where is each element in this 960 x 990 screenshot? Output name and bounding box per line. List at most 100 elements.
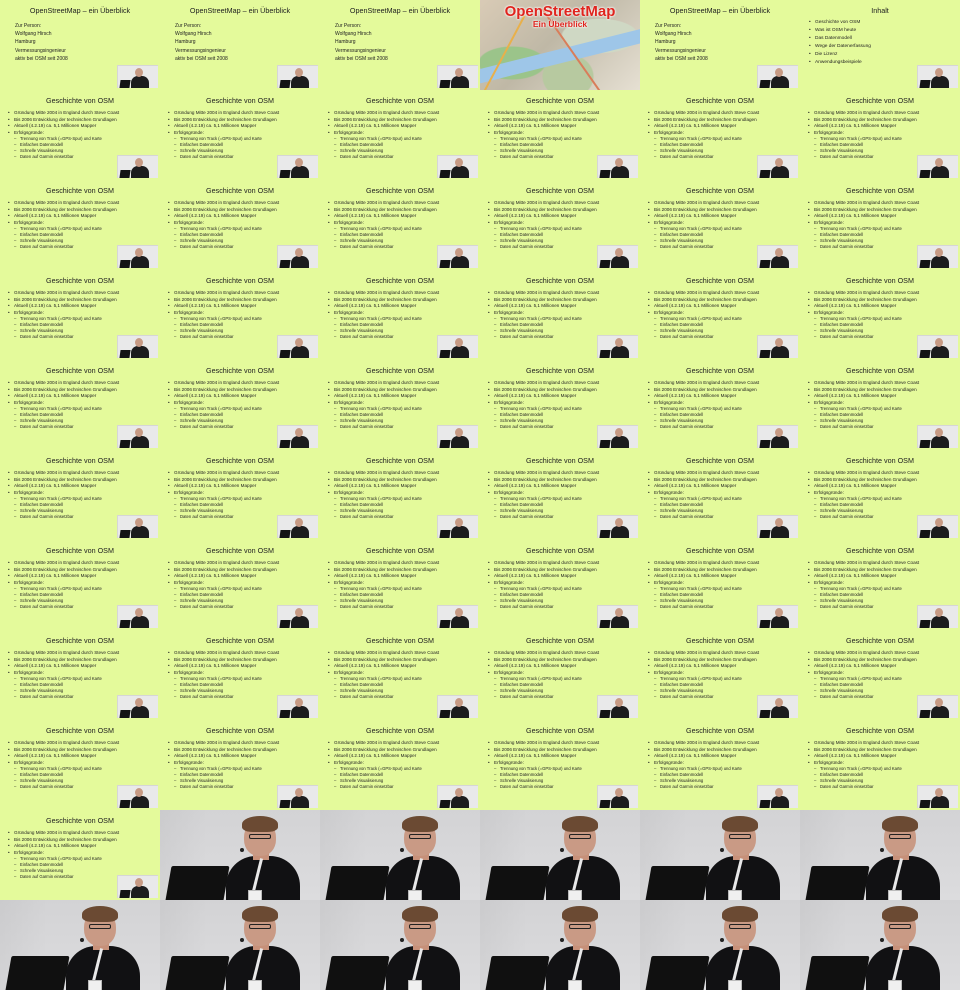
slide-history[interactable]: Geschichte von OSM Gründung Mitte 2004 i… bbox=[800, 630, 960, 720]
bullet-item: Aktuell (4.2.19) ca. 5,1 Millionen Mappe… bbox=[8, 213, 158, 220]
slide-history[interactable]: Geschichte von OSM Gründung Mitte 2004 i… bbox=[800, 720, 960, 810]
speaker-camera-frame[interactable] bbox=[480, 810, 640, 900]
slide-history[interactable]: Geschichte von OSM Gründung Mitte 2004 i… bbox=[160, 270, 320, 360]
speaker-camera-frame[interactable] bbox=[320, 810, 480, 900]
laptop-shape bbox=[439, 620, 451, 628]
slide-history[interactable]: Geschichte von OSM Gründung Mitte 2004 i… bbox=[480, 630, 640, 720]
speaker-camera-frame[interactable] bbox=[320, 900, 480, 990]
slide-overview[interactable]: OpenStreetMap – ein Überblick Zur Person… bbox=[160, 0, 320, 90]
slide-history[interactable]: Geschichte von OSM Gründung Mitte 2004 i… bbox=[160, 450, 320, 540]
bullet-item: Bis 2006 Entwicklung der technischen Gru… bbox=[168, 387, 318, 394]
slide-history[interactable]: Geschichte von OSM Gründung Mitte 2004 i… bbox=[800, 90, 960, 180]
bullet-item: Gründung Mitte 2004 in England durch Ste… bbox=[8, 740, 158, 747]
slide-toc[interactable]: Inhalt Geschichte von OSM Was ist OSM he… bbox=[800, 0, 960, 90]
slide-history[interactable]: Geschichte von OSM Gründung Mitte 2004 i… bbox=[320, 270, 480, 360]
slide-history[interactable]: Geschichte von OSM Gründung Mitte 2004 i… bbox=[800, 270, 960, 360]
slide-history[interactable]: Geschichte von OSM Gründung Mitte 2004 i… bbox=[320, 180, 480, 270]
slide-history[interactable]: Geschichte von OSM Gründung Mitte 2004 i… bbox=[160, 630, 320, 720]
bullet-item: Erfolgsgründe: bbox=[328, 760, 478, 767]
slide-title: Geschichte von OSM bbox=[46, 96, 114, 105]
slide-history[interactable]: Geschichte von OSM Gründung Mitte 2004 i… bbox=[320, 90, 480, 180]
slide-history[interactable]: Geschichte von OSM Gründung Mitte 2004 i… bbox=[160, 540, 320, 630]
slide-history[interactable]: Geschichte von OSM Gründung Mitte 2004 i… bbox=[480, 180, 640, 270]
slide-overview[interactable]: OpenStreetMap – ein Überblick Zur Person… bbox=[640, 0, 800, 90]
slide-history[interactable]: Geschichte von OSM Gründung Mitte 2004 i… bbox=[640, 630, 800, 720]
slide-history[interactable]: Geschichte von OSM Gründung Mitte 2004 i… bbox=[640, 180, 800, 270]
speaker-hair bbox=[242, 816, 278, 832]
slide-history[interactable]: Geschichte von OSM Gründung Mitte 2004 i… bbox=[320, 450, 480, 540]
slide-history[interactable]: Geschichte von OSM Gründung Mitte 2004 i… bbox=[320, 540, 480, 630]
slide-history[interactable]: Geschichte von OSM Gründung Mitte 2004 i… bbox=[800, 180, 960, 270]
speaker-camera-frame[interactable] bbox=[160, 900, 320, 990]
slide-history[interactable]: Geschichte von OSM Gründung Mitte 2004 i… bbox=[480, 270, 640, 360]
bullet-item: Erfolgsgründe: bbox=[328, 490, 478, 497]
speaker-camera-frame[interactable] bbox=[160, 810, 320, 900]
laptop-shape bbox=[919, 440, 931, 448]
speaker-head bbox=[455, 338, 463, 347]
glasses-icon bbox=[569, 834, 591, 839]
bullet-item: Bis 2006 Entwicklung der technischen Gru… bbox=[648, 747, 798, 754]
speaker-head bbox=[295, 248, 303, 257]
slide-history[interactable]: Geschichte von OSM Gründung Mitte 2004 i… bbox=[160, 720, 320, 810]
slide-title: Geschichte von OSM bbox=[206, 276, 274, 285]
slide-history[interactable]: Geschichte von OSM Gründung Mitte 2004 i… bbox=[0, 810, 160, 900]
slide-history[interactable]: Geschichte von OSM Gründung Mitte 2004 i… bbox=[320, 720, 480, 810]
slide-title-map[interactable]: OpenStreetMap Ein Überblick bbox=[480, 0, 640, 90]
slide-history[interactable]: Geschichte von OSM Gründung Mitte 2004 i… bbox=[0, 540, 160, 630]
slide-overview[interactable]: OpenStreetMap – ein Überblick Zur Person… bbox=[320, 0, 480, 90]
bullet-item: Gründung Mitte 2004 in England durch Ste… bbox=[808, 560, 958, 567]
slide-history[interactable]: Geschichte von OSM Gründung Mitte 2004 i… bbox=[640, 270, 800, 360]
slide-history[interactable]: Geschichte von OSM Gründung Mitte 2004 i… bbox=[0, 360, 160, 450]
bullet-item: Bis 2006 Entwicklung der technischen Gru… bbox=[488, 297, 638, 304]
slide-history[interactable]: Geschichte von OSM Gründung Mitte 2004 i… bbox=[0, 180, 160, 270]
bullet-item: Aktuell (4.2.19) ca. 5,1 Millionen Mappe… bbox=[648, 303, 798, 310]
slide-history[interactable]: Geschichte von OSM Gründung Mitte 2004 i… bbox=[480, 450, 640, 540]
slide-history[interactable]: Geschichte von OSM Gründung Mitte 2004 i… bbox=[480, 360, 640, 450]
slide-history[interactable]: Geschichte von OSM Gründung Mitte 2004 i… bbox=[800, 360, 960, 450]
history-bullets: Gründung Mitte 2004 in England durch Ste… bbox=[808, 380, 958, 430]
speaker-camera-frame[interactable] bbox=[640, 900, 800, 990]
slide-history[interactable]: Geschichte von OSM Gründung Mitte 2004 i… bbox=[160, 180, 320, 270]
bullet-item: Gründung Mitte 2004 in England durch Ste… bbox=[808, 200, 958, 207]
bullet-item: Erfolgsgründe: bbox=[648, 670, 798, 677]
speaker-head bbox=[295, 608, 303, 617]
slide-history[interactable]: Geschichte von OSM Gründung Mitte 2004 i… bbox=[800, 450, 960, 540]
slide-history[interactable]: Geschichte von OSM Gründung Mitte 2004 i… bbox=[640, 450, 800, 540]
bullet-item: Gründung Mitte 2004 in England durch Ste… bbox=[168, 380, 318, 387]
speaker-camera-frame[interactable] bbox=[480, 900, 640, 990]
slide-overview[interactable]: OpenStreetMap – ein Überblick Zur Person… bbox=[0, 0, 160, 90]
slide-history[interactable]: Geschichte von OSM Gründung Mitte 2004 i… bbox=[0, 630, 160, 720]
slide-history[interactable]: Geschichte von OSM Gründung Mitte 2004 i… bbox=[160, 90, 320, 180]
speaker-camera-frame[interactable] bbox=[640, 810, 800, 900]
bullet-item: Aktuell (4.2.19) ca. 5,1 Millionen Mappe… bbox=[328, 573, 478, 580]
slide-history[interactable]: Geschichte von OSM Gründung Mitte 2004 i… bbox=[640, 540, 800, 630]
slide-history[interactable]: Geschichte von OSM Gründung Mitte 2004 i… bbox=[0, 720, 160, 810]
slide-history[interactable]: Geschichte von OSM Gründung Mitte 2004 i… bbox=[320, 360, 480, 450]
speaker-body bbox=[451, 616, 469, 628]
slide-history[interactable]: Geschichte von OSM Gründung Mitte 2004 i… bbox=[800, 540, 960, 630]
speaker-camera-frame[interactable] bbox=[800, 810, 960, 900]
speaker-shirt bbox=[386, 946, 460, 990]
slide-history[interactable]: Geschichte von OSM Gründung Mitte 2004 i… bbox=[0, 90, 160, 180]
slide-history[interactable]: Geschichte von OSM Gründung Mitte 2004 i… bbox=[0, 270, 160, 360]
slide-title: Geschichte von OSM bbox=[686, 456, 754, 465]
bullet-item: Erfolgsgründe: bbox=[808, 130, 958, 137]
speaker-body bbox=[291, 346, 309, 358]
slide-history[interactable]: Geschichte von OSM Gründung Mitte 2004 i… bbox=[640, 90, 800, 180]
slide-history[interactable]: Geschichte von OSM Gründung Mitte 2004 i… bbox=[160, 360, 320, 450]
bullet-item: Bis 2006 Entwicklung der technischen Gru… bbox=[808, 297, 958, 304]
bullet-item: Gründung Mitte 2004 in England durch Ste… bbox=[168, 560, 318, 567]
slide-history[interactable]: Geschichte von OSM Gründung Mitte 2004 i… bbox=[640, 720, 800, 810]
slide-history[interactable]: Geschichte von OSM Gründung Mitte 2004 i… bbox=[480, 90, 640, 180]
slide-history[interactable]: Geschichte von OSM Gründung Mitte 2004 i… bbox=[480, 540, 640, 630]
slide-history[interactable]: Geschichte von OSM Gründung Mitte 2004 i… bbox=[320, 630, 480, 720]
speaker-camera-frame[interactable] bbox=[0, 900, 160, 990]
slide-history[interactable]: Geschichte von OSM Gründung Mitte 2004 i… bbox=[0, 450, 160, 540]
bullet-item: Gründung Mitte 2004 in England durch Ste… bbox=[328, 740, 478, 747]
history-bullets: Gründung Mitte 2004 in England durch Ste… bbox=[808, 290, 958, 340]
history-bullets: Gründung Mitte 2004 in England durch Ste… bbox=[168, 470, 318, 520]
slide-history[interactable]: Geschichte von OSM Gründung Mitte 2004 i… bbox=[640, 360, 800, 450]
speaker-camera-frame[interactable] bbox=[800, 900, 960, 990]
slide-history[interactable]: Geschichte von OSM Gründung Mitte 2004 i… bbox=[480, 720, 640, 810]
bullet-item: Gründung Mitte 2004 in England durch Ste… bbox=[328, 200, 478, 207]
